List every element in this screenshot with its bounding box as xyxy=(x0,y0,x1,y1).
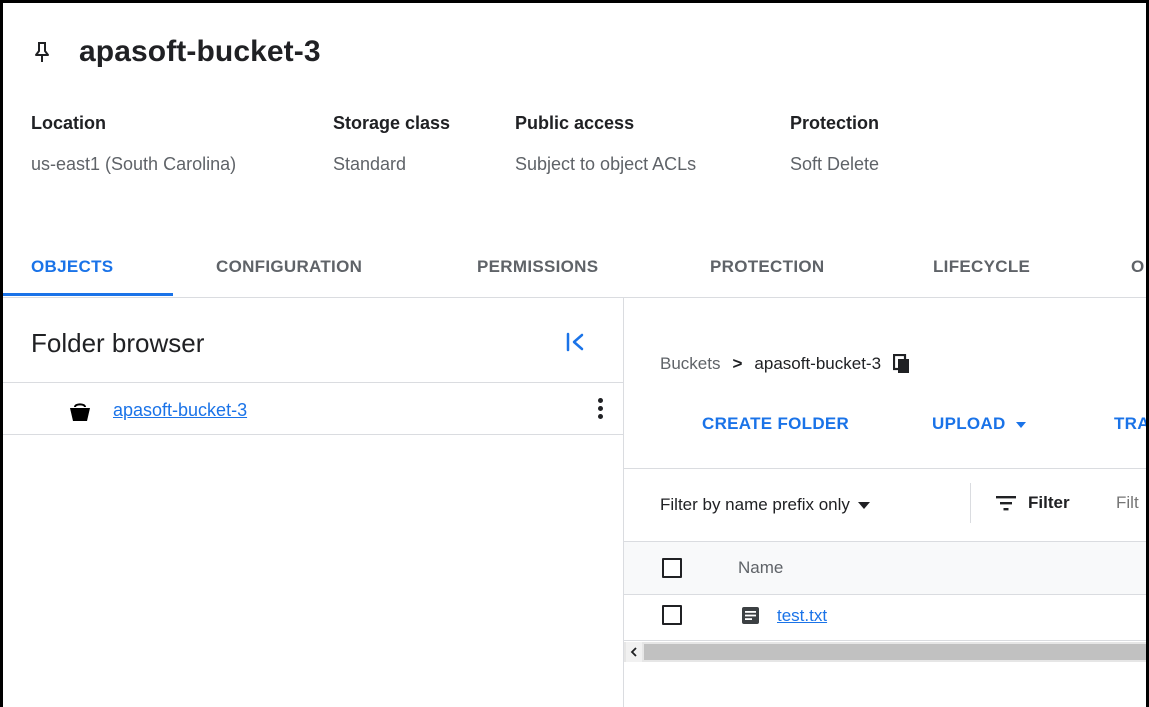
objects-panel: Buckets > apasoft-bucket-3 CREATE FOLDER… xyxy=(624,298,1146,707)
column-header-name[interactable]: Name xyxy=(738,558,783,578)
metadata-value: Subject to object ACLs xyxy=(515,154,697,174)
metadata-label: Storage class xyxy=(333,113,451,133)
breadcrumb-buckets-link[interactable]: Buckets xyxy=(660,354,720,374)
object-name-link[interactable]: test.txt xyxy=(777,606,827,626)
more-vert-icon[interactable] xyxy=(597,398,605,426)
tab-lifecycle[interactable]: LIFECYCLE xyxy=(933,257,1030,277)
bucket-tabs: OBJECTS CONFIGURATION PERMISSIONS PROTEC… xyxy=(3,249,1146,298)
folder-tree-item-label[interactable]: apasoft-bucket-3 xyxy=(113,400,247,421)
scrollbar-thumb[interactable] xyxy=(644,644,1146,660)
transfer-button[interactable]: TRA xyxy=(1114,414,1146,434)
tab-configuration[interactable]: CONFIGURATION xyxy=(216,257,362,277)
filter-bar: Filter by name prefix only Filter xyxy=(624,469,1146,541)
breadcrumb-current: apasoft-bucket-3 xyxy=(754,354,882,373)
bucket-header: apasoft-bucket-3 xyxy=(31,35,321,69)
filter-button[interactable]: Filter xyxy=(996,493,1070,513)
tab-objects[interactable]: OBJECTS xyxy=(31,257,113,277)
metadata-value: us-east1 (South Carolina) xyxy=(31,154,237,174)
metadata-label: Protection xyxy=(790,113,880,133)
select-all-checkbox[interactable] xyxy=(662,558,682,578)
page-title: apasoft-bucket-3 xyxy=(79,35,321,68)
active-tab-indicator xyxy=(3,293,173,296)
filter-mode-label: Filter by name prefix only xyxy=(660,495,850,514)
pin-icon[interactable] xyxy=(31,40,53,64)
divider xyxy=(3,382,623,383)
text-file-icon xyxy=(742,607,759,624)
chevron-left-icon xyxy=(630,647,637,657)
breadcrumb-separator: > xyxy=(732,354,743,373)
metadata-value: Standard xyxy=(333,154,407,174)
metadata-storage-class: Storage class Standard xyxy=(333,113,450,175)
metadata-label: Public access xyxy=(515,113,635,133)
copy-icon[interactable] xyxy=(893,354,911,374)
scroll-left-arrow[interactable] xyxy=(626,642,642,662)
folder-browser-panel: Folder browser apasoft-bucket-3 xyxy=(3,298,624,707)
metadata-protection: Protection Soft Delete xyxy=(790,113,879,175)
window-frame: apasoft-bucket-3 Location us-east1 (Sout… xyxy=(0,0,1149,707)
upload-button-label: UPLOAD xyxy=(932,414,1006,433)
metadata-value: Soft Delete xyxy=(790,154,880,174)
metadata-public-access: Public access Subject to object ACLs xyxy=(515,113,696,175)
filter-icon xyxy=(996,496,1016,511)
chevron-down-icon xyxy=(1015,421,1026,428)
divider xyxy=(970,483,971,523)
create-folder-button[interactable]: CREATE FOLDER xyxy=(702,414,849,434)
upload-button[interactable]: UPLOAD xyxy=(932,414,1026,434)
object-actions-toolbar: CREATE FOLDER UPLOAD TRA xyxy=(624,414,1146,444)
metadata-location: Location us-east1 (South Carolina) xyxy=(31,113,236,175)
table-header: Name xyxy=(624,541,1146,595)
metadata-label: Location xyxy=(31,113,106,133)
tab-overflow[interactable]: O xyxy=(1131,257,1145,277)
horizontal-scrollbar[interactable] xyxy=(624,642,1146,662)
bucket-icon xyxy=(70,403,90,421)
breadcrumb: Buckets > apasoft-bucket-3 xyxy=(660,354,911,374)
folder-browser-title: Folder browser xyxy=(31,328,205,358)
folder-tree-item[interactable]: apasoft-bucket-3 xyxy=(3,384,623,435)
row-checkbox[interactable] xyxy=(662,605,682,625)
tab-protection[interactable]: PROTECTION xyxy=(710,257,824,277)
table-row: test.txt xyxy=(624,594,1146,641)
filter-mode-select[interactable]: Filter by name prefix only xyxy=(660,495,870,515)
filter-input[interactable] xyxy=(1116,493,1146,513)
bucket-metadata: Location us-east1 (South Carolina) Stora… xyxy=(31,113,1131,183)
filter-label: Filter xyxy=(1028,493,1070,512)
chevron-down-icon xyxy=(857,502,870,510)
tab-permissions[interactable]: PERMISSIONS xyxy=(477,257,598,277)
collapse-left-icon[interactable] xyxy=(561,328,589,356)
